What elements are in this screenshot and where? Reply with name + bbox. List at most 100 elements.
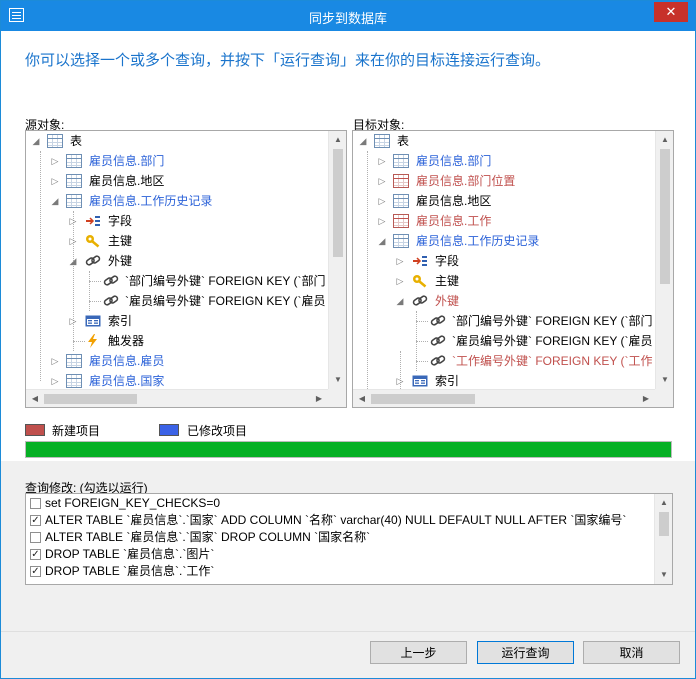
list-item[interactable]: ALTER TABLE `雇员信息`.`国家` DROP COLUMN `国家名… <box>30 529 650 546</box>
tree-node-foreign-keys[interactable]: ◢ 外键 <box>26 251 326 271</box>
new-item-swatch <box>25 424 45 436</box>
target-horizontal-scrollbar[interactable]: ◀ ▶ <box>353 389 655 407</box>
scroll-up-arrow-icon[interactable]: ▲ <box>329 131 346 149</box>
tree-node-table[interactable]: ▷ 雇员信息.国家 <box>26 371 326 389</box>
tree-node-table[interactable]: ▷ 雇员信息.地区 <box>353 191 653 211</box>
index-icon <box>85 314 101 328</box>
tree-node-tables[interactable]: ◢ 表 <box>353 131 653 151</box>
scrollbar-corner <box>655 389 673 407</box>
expand-arrow-icon[interactable]: ▷ <box>395 271 405 291</box>
expand-arrow-icon[interactable]: ▷ <box>68 231 78 251</box>
tree-node-foreign-key[interactable]: `工作编号外键` FOREIGN KEY (`工作 <box>353 351 653 371</box>
tree-node-fields[interactable]: ▷ 字段 <box>353 251 653 271</box>
query-checkbox[interactable]: ✓ <box>30 515 41 526</box>
query-checkbox[interactable]: ✓ <box>30 566 41 577</box>
list-item[interactable]: set FOREIGN_KEY_CHECKS=0 <box>30 495 650 512</box>
scroll-thumb[interactable] <box>371 394 475 404</box>
tree-node-tables[interactable]: ◢ 表 <box>26 131 326 151</box>
table-icon <box>374 134 390 148</box>
table-icon <box>393 214 409 228</box>
table-icon <box>393 194 409 208</box>
link-icon <box>430 334 446 348</box>
source-vertical-scrollbar[interactable]: ▲ ▼ <box>328 131 346 389</box>
scroll-thumb[interactable] <box>333 149 343 257</box>
tree-node-foreign-keys[interactable]: ◢ 外键 <box>353 291 653 311</box>
close-button[interactable]: ✕ <box>654 2 688 22</box>
tree-node-foreign-key[interactable]: `雇员编号外键` FOREIGN KEY (`雇员 <box>26 291 326 311</box>
tree-node-primary-key[interactable]: ▷ 主键 <box>353 271 653 291</box>
query-checkbox[interactable] <box>30 498 41 509</box>
expand-arrow-icon[interactable]: ▷ <box>50 351 60 371</box>
scroll-thumb[interactable] <box>660 149 670 284</box>
source-horizontal-scrollbar[interactable]: ◀ ▶ <box>26 389 328 407</box>
expand-arrow-icon[interactable]: ▷ <box>68 311 78 331</box>
expand-arrow-icon[interactable]: ▷ <box>377 171 387 191</box>
link-icon <box>103 294 119 308</box>
tree-node-indexes[interactable]: ▷ 索引 <box>26 311 326 331</box>
expand-arrow-icon[interactable]: ▷ <box>395 251 405 271</box>
list-item[interactable]: ✓ DROP TABLE `雇员信息`.`图片` <box>30 546 650 563</box>
modified-item-swatch <box>159 424 179 436</box>
expand-arrow-icon[interactable]: ▷ <box>377 211 387 231</box>
tree-node-table[interactable]: ▷ 雇员信息.部门 <box>353 151 653 171</box>
expand-arrow-icon[interactable]: ▷ <box>395 371 405 389</box>
collapse-arrow-icon[interactable]: ◢ <box>31 131 41 151</box>
run-query-button[interactable]: 运行查询 <box>477 641 574 664</box>
tree-node-table[interactable]: ▷ 雇员信息.雇员 <box>26 351 326 371</box>
sync-to-database-dialog: 同步到数据库 ✕ 你可以选择一个或多个查询，并按下「运行查询」来在你的目标连接运… <box>0 0 696 679</box>
tree-node-indexes[interactable]: ▷ 索引 <box>353 371 653 389</box>
collapse-arrow-icon[interactable]: ◢ <box>377 231 387 251</box>
scroll-up-arrow-icon[interactable]: ▲ <box>656 131 673 149</box>
new-item-legend: 新建项目 <box>52 424 101 438</box>
expand-arrow-icon[interactable]: ▷ <box>50 151 60 171</box>
scroll-down-arrow-icon[interactable]: ▼ <box>329 371 346 389</box>
collapse-arrow-icon[interactable]: ◢ <box>395 291 405 311</box>
expand-arrow-icon[interactable]: ▷ <box>50 371 60 389</box>
scroll-right-arrow-icon[interactable]: ▶ <box>637 390 655 407</box>
query-checkbox[interactable] <box>30 532 41 543</box>
tree-node-table[interactable]: ▷ 雇员信息.地区 <box>26 171 326 191</box>
target-vertical-scrollbar[interactable]: ▲ ▼ <box>655 131 673 389</box>
tree-node-foreign-key[interactable]: `雇员编号外键` FOREIGN KEY (`雇员 <box>353 331 653 351</box>
scroll-thumb[interactable] <box>659 512 669 536</box>
scroll-down-arrow-icon[interactable]: ▼ <box>656 371 673 389</box>
link-icon <box>412 294 428 308</box>
collapse-arrow-icon[interactable]: ◢ <box>50 191 60 211</box>
expand-arrow-icon[interactable]: ▷ <box>377 191 387 211</box>
scroll-thumb[interactable] <box>44 394 137 404</box>
expand-arrow-icon[interactable]: ▷ <box>50 171 60 191</box>
back-button[interactable]: 上一步 <box>370 641 467 664</box>
source-tree-content: ◢ 表 ▷ 雇员信息.部门 ▷ 雇员信息.地区 ◢ 雇员信息.工作历史记录 ▷ … <box>26 131 328 389</box>
scroll-down-arrow-icon[interactable]: ▼ <box>655 566 672 584</box>
expand-arrow-icon[interactable]: ▷ <box>377 151 387 171</box>
tree-node-primary-key[interactable]: ▷ 主键 <box>26 231 326 251</box>
query-list[interactable]: set FOREIGN_KEY_CHECKS=0 ✓ ALTER TABLE `… <box>25 493 673 585</box>
query-checkbox[interactable]: ✓ <box>30 549 41 560</box>
scroll-right-arrow-icon[interactable]: ▶ <box>310 390 328 407</box>
tree-node-table[interactable]: ▷ 雇员信息.工作 <box>353 211 653 231</box>
list-item[interactable]: ✓ ALTER TABLE `雇员信息`.`国家` ADD COLUMN `名称… <box>30 512 650 529</box>
query-vertical-scrollbar[interactable]: ▲ ▼ <box>654 494 672 584</box>
tree-node-table[interactable]: ▷ 雇员信息.部门位置 <box>353 171 653 191</box>
field-icon <box>412 254 428 268</box>
cancel-button[interactable]: 取消 <box>583 641 680 664</box>
target-tree[interactable]: ◢ 表 ▷ 雇员信息.部门 ▷ 雇员信息.部门位置 ▷ 雇员信息.地区 ▷ 雇员… <box>352 130 674 408</box>
modified-item-legend: 已修改项目 <box>187 424 248 438</box>
tree-node-foreign-key[interactable]: `部门编号外键` FOREIGN KEY (`部门 <box>26 271 326 291</box>
tree-node-table[interactable]: ◢ 雇员信息.工作历史记录 <box>26 191 326 211</box>
scroll-left-arrow-icon[interactable]: ◀ <box>26 390 44 407</box>
expand-arrow-icon[interactable]: ▷ <box>68 211 78 231</box>
index-icon <box>412 374 428 388</box>
scroll-left-arrow-icon[interactable]: ◀ <box>353 390 371 407</box>
collapse-arrow-icon[interactable]: ◢ <box>68 251 78 271</box>
tree-node-triggers[interactable]: 触发器 <box>26 331 326 351</box>
source-tree[interactable]: ◢ 表 ▷ 雇员信息.部门 ▷ 雇员信息.地区 ◢ 雇员信息.工作历史记录 ▷ … <box>25 130 347 408</box>
collapse-arrow-icon[interactable]: ◢ <box>358 131 368 151</box>
tree-node-fields[interactable]: ▷ 字段 <box>26 211 326 231</box>
list-item[interactable]: ✓ DROP TABLE `雇员信息`.`工作` <box>30 563 650 580</box>
tree-node-table[interactable]: ▷ 雇员信息.部门 <box>26 151 326 171</box>
scroll-up-arrow-icon[interactable]: ▲ <box>655 494 672 512</box>
table-icon <box>393 154 409 168</box>
tree-node-table[interactable]: ◢ 雇员信息.工作历史记录 <box>353 231 653 251</box>
tree-node-foreign-key[interactable]: `部门编号外键` FOREIGN KEY (`部门 <box>353 311 653 331</box>
